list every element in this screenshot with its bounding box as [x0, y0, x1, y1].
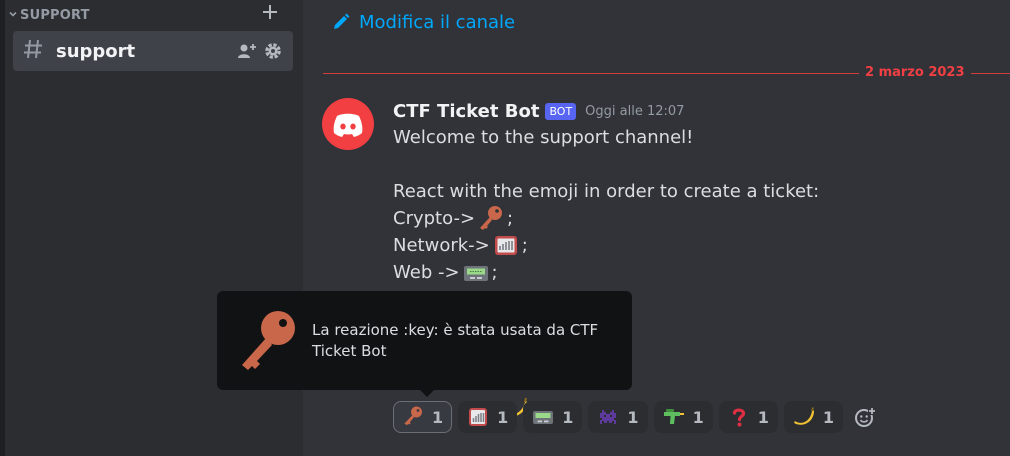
- channel-item-support[interactable]: support: [13, 31, 293, 71]
- reaction-key[interactable]: 1: [393, 401, 453, 433]
- reaction-signal[interactable]: 1: [458, 401, 518, 433]
- sidebar-edge: [0, 0, 5, 456]
- pager-icon: [533, 411, 554, 424]
- category-support[interactable]: SUPPORT: [8, 3, 291, 26]
- message-line-crypto: Crypto-> ;: [393, 205, 993, 232]
- message-line: Welcome to the support channel!: [393, 127, 694, 148]
- message-line-web: Web -> ;: [393, 259, 993, 286]
- tooltip-arrow: [419, 389, 435, 397]
- reaction-tooltip: La reazione :key: è stata usata da CTF T…: [217, 291, 632, 390]
- category-label: SUPPORT: [20, 7, 90, 23]
- reactions-bar: 1 1 1 1 1 1 1: [393, 401, 877, 433]
- key-icon: [235, 309, 301, 375]
- message-timestamp[interactable]: Oggi alle 12:07: [585, 104, 684, 119]
- network-semicolon: ;: [521, 235, 528, 256]
- reaction-count: 1: [627, 407, 639, 427]
- key-icon: [404, 406, 422, 426]
- date-divider-label: 2 marzo 2023: [859, 64, 971, 82]
- invite-user-icon[interactable]: [237, 41, 257, 61]
- reaction-count: 1: [497, 407, 509, 427]
- banana-icon: [793, 407, 814, 425]
- reaction-count: 1: [432, 407, 444, 427]
- reaction-count: 1: [562, 407, 574, 427]
- reaction-water-pistol[interactable]: 1: [653, 401, 713, 433]
- chevron-down-icon: [8, 9, 20, 22]
- reaction-question[interactable]: 1: [718, 401, 778, 433]
- author-name[interactable]: CTF Ticket Bot: [393, 101, 539, 122]
- reaction-banana[interactable]: 1: [783, 401, 843, 433]
- create-channel-plus-icon[interactable]: [261, 3, 279, 26]
- water-pistol-icon: [663, 409, 684, 424]
- tooltip-text: La reazione :key: è stata usata da CTF T…: [312, 321, 599, 360]
- crypto-label: Crypto->: [393, 208, 476, 229]
- space-invader-icon: [600, 410, 617, 424]
- message-header: CTF Ticket Bot BOT Oggi alle 12:07: [393, 98, 684, 124]
- discord-logo-icon: [333, 113, 363, 137]
- add-reaction-icon[interactable]: [853, 405, 877, 429]
- message-line-network: Network-> ;: [393, 232, 993, 259]
- web-label: Web ->: [393, 262, 460, 283]
- reaction-count: 1: [822, 407, 834, 427]
- signal-strength-icon[interactable]: [491, 232, 521, 259]
- message-line: React with the emoji in order to create …: [393, 181, 820, 202]
- crypto-semicolon: ;: [507, 208, 514, 229]
- key-icon[interactable]: [476, 205, 506, 232]
- edit-channel-label: Modifica il canale: [359, 11, 516, 33]
- signal-strength-icon: [469, 408, 488, 426]
- edit-channel-link[interactable]: Modifica il canale: [331, 9, 515, 35]
- reaction-count: 1: [757, 407, 769, 427]
- gear-icon[interactable]: [263, 41, 283, 61]
- reaction-count: 1: [692, 407, 704, 427]
- reaction-space-invader[interactable]: 1: [588, 401, 648, 433]
- hash-icon: [22, 38, 48, 65]
- channel-name: support: [56, 40, 136, 62]
- bot-badge: BOT: [545, 102, 577, 120]
- avatar[interactable]: [322, 98, 374, 150]
- web-semicolon: ;: [491, 262, 498, 283]
- network-label: Network->: [393, 235, 490, 256]
- pencil-icon: [331, 12, 351, 32]
- reaction-pager[interactable]: 1: [523, 401, 583, 433]
- pager-icon[interactable]: [461, 259, 491, 286]
- question-mark-icon: [732, 408, 745, 427]
